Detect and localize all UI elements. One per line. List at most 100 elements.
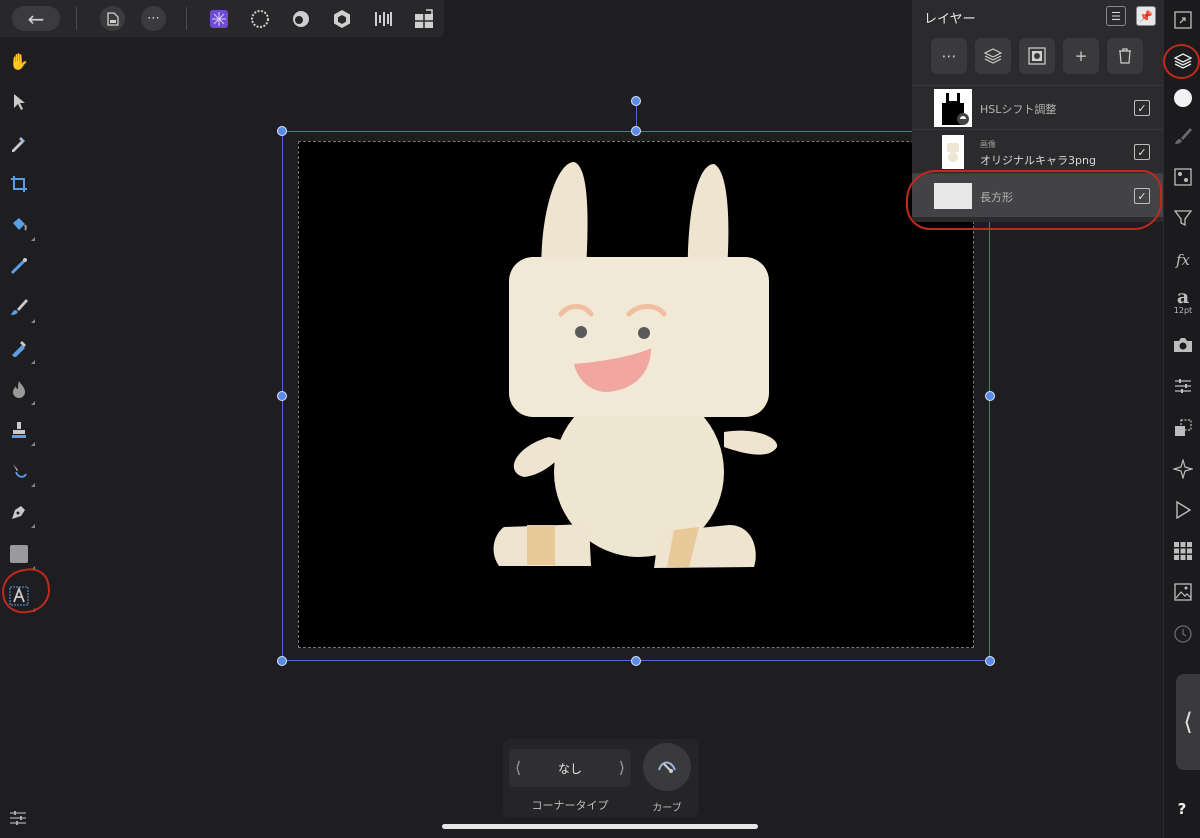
text-styles-studio-button[interactable]: a 12pt	[1171, 284, 1195, 318]
layer-row[interactable]: HSLシフト調整 ✓	[912, 85, 1163, 129]
resize-handle-top[interactable]	[631, 126, 641, 136]
macro-studio-button[interactable]	[1171, 498, 1195, 522]
resize-handle-bottom[interactable]	[631, 656, 641, 666]
sliders-studio-button[interactable]	[1171, 374, 1195, 398]
toolbar-divider	[186, 7, 187, 30]
grid-icon	[1174, 542, 1192, 560]
layer-visibility-checkbox[interactable]: ✓	[1134, 100, 1150, 116]
more-button[interactable]: ⋯	[141, 6, 166, 31]
corner-type-label: コーナータイプ	[531, 799, 609, 812]
layer-mask-button[interactable]	[1019, 38, 1055, 74]
color-picker-tool[interactable]	[6, 130, 32, 156]
color-picker-icon	[12, 137, 25, 152]
fx-icon: fx	[1175, 251, 1190, 269]
export-persona-button[interactable]	[372, 6, 394, 31]
document-button[interactable]	[100, 6, 125, 31]
back-button[interactable]: ←	[12, 6, 60, 31]
smudge-brush-tool[interactable]	[6, 335, 35, 364]
crop-tool[interactable]	[6, 171, 32, 197]
camera-studio-button[interactable]	[1171, 333, 1195, 357]
list-icon: ☰	[1111, 9, 1121, 23]
channels-icon	[1174, 168, 1192, 186]
arrow-left-icon: ←	[27, 6, 45, 31]
layer-type-label: 画像	[980, 140, 996, 149]
swatches-studio-button[interactable]	[1171, 539, 1195, 563]
help-button[interactable]: ?	[1174, 800, 1190, 820]
snapping-studio-button[interactable]	[1171, 457, 1195, 481]
develop-persona-button[interactable]	[290, 6, 312, 31]
flood-fill-tool[interactable]	[6, 212, 35, 241]
character-figure	[493, 162, 778, 568]
history-studio-button[interactable]	[1171, 622, 1195, 646]
layer-row[interactable]: 画像 オリジナルキャラ3png ✓	[912, 129, 1163, 173]
panel-menu-button[interactable]: ☰	[1106, 6, 1126, 26]
chevron-left-icon: ⟨	[1183, 708, 1193, 736]
add-layer-button[interactable]: +	[1063, 38, 1099, 74]
layers-stack-icon	[984, 48, 1002, 64]
paint-brush-tool[interactable]	[6, 294, 35, 323]
plus-icon: +	[1074, 47, 1088, 65]
tile-persona-button[interactable]	[413, 6, 435, 31]
brushes-studio-button[interactable]	[1171, 124, 1195, 148]
corner-type-selector[interactable]: ⟨ なし ⟩	[509, 749, 631, 787]
mask-icon	[1028, 47, 1046, 65]
layer-stack-button[interactable]	[975, 38, 1011, 74]
liquify-persona-icon	[251, 9, 269, 28]
color-studio-button[interactable]	[1171, 86, 1195, 110]
stock-studio-button[interactable]	[1171, 580, 1195, 604]
liquify-persona-button[interactable]	[249, 6, 271, 31]
selection-brush-tool[interactable]	[6, 458, 35, 487]
font-size-label: 12pt	[1173, 305, 1193, 315]
layer-options-button[interactable]: ⋯	[931, 38, 967, 74]
photo-persona-button[interactable]	[208, 6, 230, 31]
home-indicator[interactable]	[442, 824, 758, 829]
move-tool[interactable]	[6, 89, 32, 115]
ellipsis-icon: ⋯	[147, 11, 160, 26]
adjustments-studio-button[interactable]	[1171, 206, 1195, 230]
rectangle-tool-icon	[10, 545, 28, 563]
navigator-studio-button[interactable]	[1171, 8, 1195, 32]
resize-handle-bottom-left[interactable]	[277, 656, 287, 666]
resize-handle-bottom-right[interactable]	[985, 656, 995, 666]
tile-persona-icon	[415, 8, 433, 28]
curve-button[interactable]	[643, 743, 691, 791]
sliders-icon	[10, 811, 26, 825]
collapse-studio-tab[interactable]: ⟨	[1176, 674, 1200, 770]
develop-persona-icon	[293, 10, 309, 27]
delete-layer-button[interactable]	[1107, 38, 1143, 74]
paint-brush-icon	[11, 299, 28, 315]
panel-pin-button[interactable]: 📌	[1136, 6, 1156, 26]
crop-tool-icon	[11, 176, 27, 192]
check-icon: ✓	[1137, 145, 1147, 159]
rectangle-tool[interactable]	[6, 541, 35, 570]
font-a-icon: a	[1176, 285, 1190, 308]
trash-icon	[1119, 48, 1131, 64]
pen-tool[interactable]	[6, 499, 35, 528]
ellipsis-circle-icon: ⋯	[941, 47, 957, 65]
gradient-tool[interactable]	[6, 253, 32, 279]
annotation-circle	[906, 170, 1162, 230]
tool-settings-button[interactable]	[9, 810, 29, 828]
hand-tool[interactable]: ✋	[6, 48, 32, 74]
channels-studio-button[interactable]	[1171, 165, 1195, 189]
resize-handle-left[interactable]	[277, 391, 287, 401]
effects-studio-button[interactable]: fx	[1171, 248, 1195, 272]
transform-studio-button[interactable]	[1171, 416, 1195, 440]
clone-brush-tool[interactable]	[6, 417, 35, 446]
export-persona-icon	[375, 11, 392, 26]
filter-funnel-icon	[1174, 210, 1192, 227]
camera-icon	[1174, 338, 1192, 352]
chevron-right-icon[interactable]: ⟩	[619, 758, 625, 777]
resize-handle-right[interactable]	[985, 391, 995, 401]
burn-brush-tool[interactable]	[6, 376, 35, 405]
rotation-handle[interactable]	[631, 96, 641, 106]
sliders-icon	[1175, 379, 1191, 393]
photo-persona-icon	[210, 9, 228, 28]
tone-map-persona-button[interactable]	[331, 6, 353, 31]
layer-thumbnail	[934, 89, 972, 127]
layers-panel-title: レイヤー	[924, 12, 976, 27]
pin-icon: 📌	[1139, 9, 1153, 23]
layer-visibility-checkbox[interactable]: ✓	[1134, 144, 1150, 160]
canvas-image[interactable]	[298, 141, 974, 648]
resize-handle-top-left[interactable]	[277, 126, 287, 136]
